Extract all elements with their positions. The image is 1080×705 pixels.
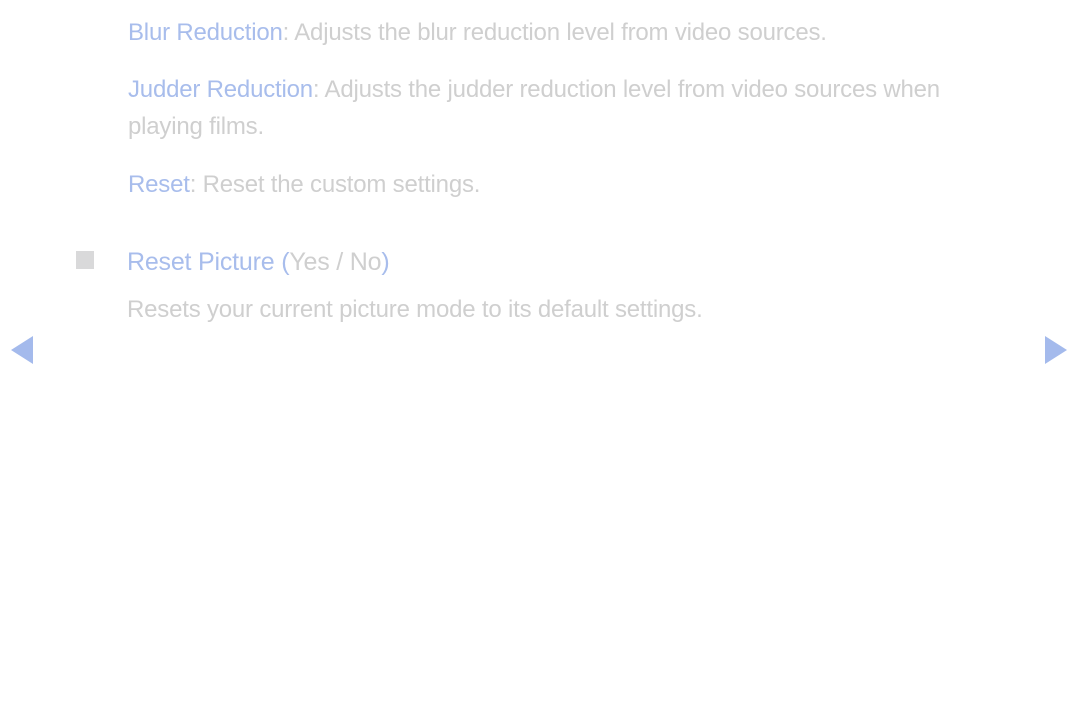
definition-item: Judder Reduction: Adjusts the judder red… (128, 71, 1000, 145)
definition-term: Blur Reduction (128, 19, 283, 46)
triangle-left-icon (11, 336, 33, 364)
section-description: Resets your current picture mode to its … (127, 292, 1000, 328)
content-area: Blur Reduction: Adjusts the blur reducti… (0, 0, 1080, 328)
definition-desc: : Adjusts the blur reduction level from … (283, 19, 827, 46)
section-reset-picture: Reset Picture (Yes / No) Resets your cur… (76, 245, 1000, 328)
definition-item: Reset: Reset the custom settings. (128, 166, 1000, 203)
section-body: Reset Picture (Yes / No) Resets your cur… (127, 245, 1000, 328)
definition-item: Blur Reduction: Adjusts the blur reducti… (128, 14, 1000, 51)
triangle-right-icon (1045, 336, 1067, 364)
paren-close: ) (381, 248, 389, 276)
paren-open: ( (274, 248, 289, 276)
definition-desc: : Reset the custom settings. (190, 171, 481, 198)
section-options: Yes / No (289, 248, 381, 276)
nav-prev-button[interactable] (11, 336, 33, 364)
definition-term: Judder Reduction (128, 76, 313, 103)
section-title: Reset Picture (Yes / No) (127, 245, 1000, 280)
definition-term: Reset (128, 171, 190, 198)
section-title-text: Reset Picture (127, 248, 274, 276)
nav-next-button[interactable] (1045, 336, 1067, 364)
bullet-icon (76, 251, 94, 269)
